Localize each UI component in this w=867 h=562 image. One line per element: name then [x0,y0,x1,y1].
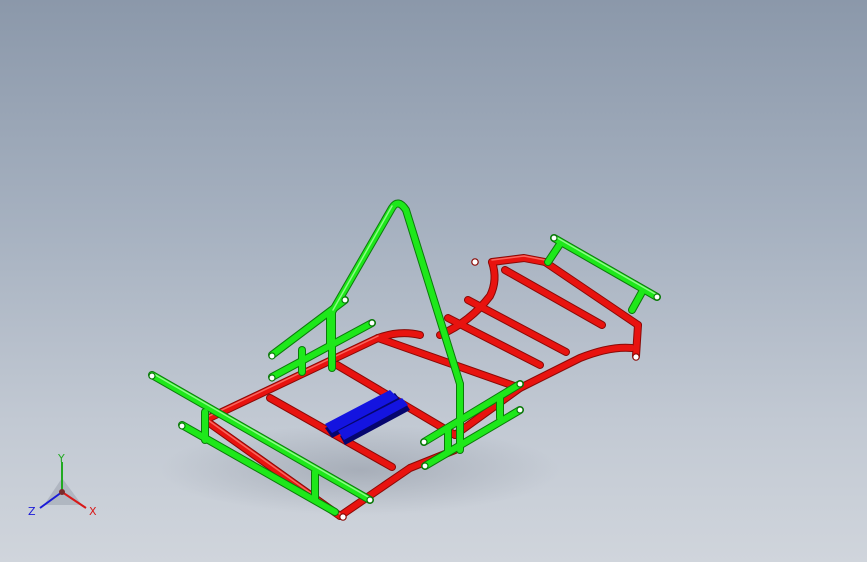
tube-end [268,374,276,382]
tube-end [178,422,186,430]
tube-end [421,462,429,470]
cad-viewport[interactable]: Y X Z [0,0,867,562]
triad-x-label: X [89,505,97,518]
tube-end [420,438,428,446]
tube-end [339,513,347,521]
triad-origin [59,489,65,495]
tube-end [368,319,376,327]
tube-end [366,496,374,504]
triad-y-label: Y [57,452,65,465]
view-orientation-triad[interactable]: Y X Z [28,452,97,518]
tube-end [516,380,524,388]
tube-end [550,234,558,242]
tube-end [653,293,661,301]
tube-end [632,353,640,361]
tube-end [341,296,349,304]
tube-end [471,258,479,266]
tube-end [268,352,276,360]
triad-z-label: Z [28,505,36,518]
kart-frame-model[interactable]: Y X Z [0,0,867,562]
tube-end [148,372,156,380]
tube-end [516,406,524,414]
